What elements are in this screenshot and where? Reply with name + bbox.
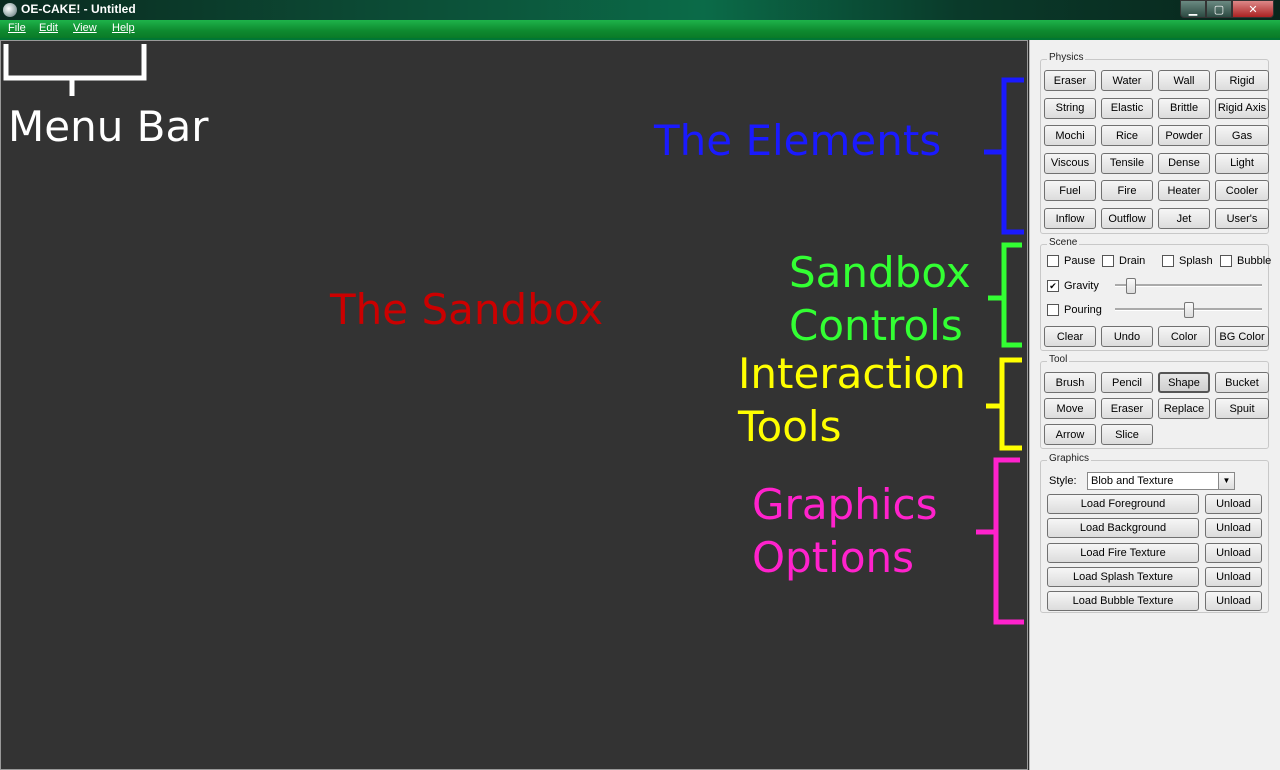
- graphics-options-annotation-2: Options: [752, 533, 915, 582]
- elements-annotation: The Elements: [654, 116, 942, 165]
- graphics-options-annotation-1: Graphics: [752, 480, 938, 529]
- sandbox-controls-annotation-2: Controls: [789, 301, 963, 350]
- interaction-tools-annotation-2: Tools: [738, 402, 842, 451]
- interaction-tools-bracket: [986, 357, 1022, 451]
- elements-bracket: [984, 77, 1024, 235]
- menu-bar-annotation: Menu Bar: [8, 102, 209, 151]
- interaction-tools-annotation-1: Interaction: [738, 349, 966, 398]
- sandbox-controls-annotation-1: Sandbox: [789, 248, 971, 297]
- graphics-options-bracket: [976, 457, 1024, 625]
- sandbox-annotation: The Sandbox: [330, 285, 604, 334]
- menu-bar-bracket: [3, 44, 147, 96]
- sandbox-controls-bracket: [988, 242, 1022, 348]
